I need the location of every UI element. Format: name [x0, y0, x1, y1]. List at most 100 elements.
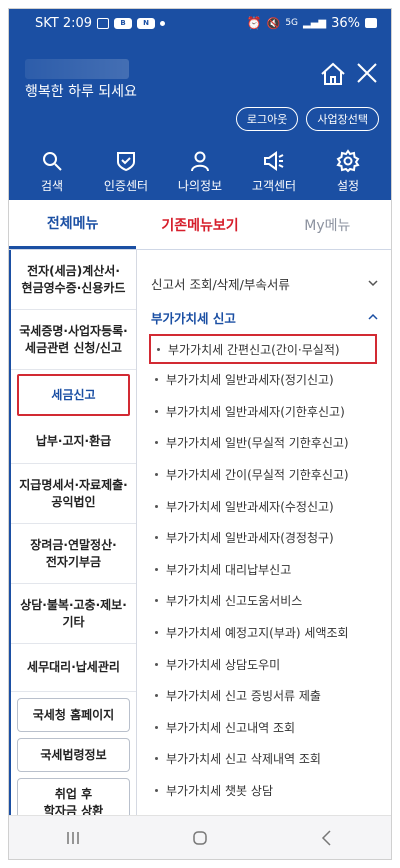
close-icon[interactable] [355, 61, 379, 85]
notification-b-icon: B [114, 17, 133, 29]
submenu-item[interactable]: 부가가치세 예정고지(부과) 세액조회 [151, 617, 391, 649]
status-right: ⏰ 🔇 5G ▂▄▆ 36% [247, 16, 377, 31]
submenu-label: 부가가치세 신고내역 조회 [166, 720, 296, 735]
status-left: SKT 2:09 B N [35, 15, 166, 31]
submenu-label: 부가가치세 간편신고(간이·무실적) [168, 342, 340, 357]
submenu-item[interactable]: 부가가치세 상담도우미 [151, 648, 391, 680]
chevron-down-icon [368, 280, 378, 287]
submenu-item[interactable]: 부가가치세 일반과세자(정기신고) [151, 364, 391, 396]
bullet-icon [155, 694, 158, 698]
category-agent[interactable]: 세무대리·납세관리 [11, 644, 136, 692]
notification-n-icon: N [137, 17, 156, 29]
battery-level: 36% [331, 15, 360, 31]
section-label: 신고서 조회/삭제/부속서류 [151, 276, 290, 292]
category-certificate[interactable]: 국세증명·사업자등록· 세금관련 신청/신고 [11, 310, 136, 370]
submenu-label: 부가가치세 일반(무실적 기한후신고) [166, 436, 349, 451]
submenu-item[interactable]: 부가가치세 일반과세자(기한후신고) [151, 396, 391, 428]
alarm-icon: ⏰ [246, 16, 262, 30]
gear-icon [336, 149, 360, 173]
signal-icon: ▂▄▆ [303, 17, 327, 29]
home-button-icon[interactable] [190, 828, 210, 848]
category-e-invoice[interactable]: 전자(세금)계산서· 현금영수증·신용카드 [11, 250, 136, 310]
bullet-icon [155, 409, 158, 413]
submenu-label: 부가가치세 상담도우미 [166, 657, 281, 672]
bullet-icon [155, 567, 158, 571]
submenu-item[interactable]: 부가가치세 간편신고(간이·무실적) [149, 334, 377, 364]
tab-classic-menu[interactable]: 기존메뉴보기 [136, 200, 263, 249]
quick-auth-center[interactable]: 인증센터 [94, 149, 158, 194]
bullet-icon [155, 441, 158, 445]
system-nav-bar [9, 815, 391, 859]
logout-button[interactable]: 로그아웃 [235, 107, 299, 131]
menu-tabs: 전체메뉴 기존메뉴보기 My메뉴 [9, 200, 391, 250]
submenu-label: 부가가치세 일반과세자(수정신고) [166, 499, 334, 514]
submenu-item[interactable]: 부가가치세 대리납부신고 [151, 554, 391, 586]
section-return-inquiry[interactable]: 신고서 조회/삭제/부속서류 [151, 266, 391, 300]
submenu-label: 부가가치세 신고도움서비스 [166, 594, 303, 609]
section-label: 부가가치세 신고 [151, 310, 236, 326]
submenu-label: 부가가치세 예정고지(부과) 세액조회 [166, 626, 349, 641]
tab-all-menu[interactable]: 전체메뉴 [9, 200, 137, 249]
bullet-icon [155, 504, 158, 508]
submenu-item[interactable]: 부가가치세 간이(무실적 기한후신고) [151, 459, 391, 491]
submenu-label: 부가가치세 신고 삭제내역 조회 [166, 752, 321, 767]
bullet-icon [155, 378, 158, 382]
tax-law-info-button[interactable]: 국세법령정보 [17, 738, 130, 772]
submenu-item[interactable]: 부가가치세 신고 삭제내역 조회 [151, 743, 391, 775]
quick-search[interactable]: 검색 [20, 149, 84, 194]
bullet-icon [157, 347, 160, 351]
battery-icon [365, 18, 377, 28]
nts-homepage-button[interactable]: 국세청 홈페이지 [17, 698, 130, 732]
quick-label: 검색 [40, 179, 64, 193]
carrier-time: SKT 2:09 [35, 15, 93, 31]
section-vat-filing[interactable]: 부가가치세 신고 [151, 300, 391, 334]
quick-label: 인증센터 [103, 179, 149, 193]
category-label: 지급명세서·자료제출· 공익법인 [19, 477, 128, 509]
user-icon [191, 151, 209, 172]
submenu-item[interactable]: 부가가치세 일반(무실적 기한후신고) [151, 427, 391, 459]
submenu-item[interactable]: 부가가치세 신고 증빙서류 제출 [151, 680, 391, 712]
search-icon [43, 152, 62, 171]
category-label: 국세증명·사업자등록· 세금관련 신청/신고 [19, 323, 128, 355]
bullet-icon [155, 536, 158, 540]
quick-label: 설정 [336, 179, 360, 193]
category-payment[interactable]: 납부·고지·환급 [11, 420, 136, 464]
business-select-button[interactable]: 사업장선택 [306, 107, 379, 131]
user-name-redacted [25, 59, 129, 79]
quick-menu: 검색 인증센터 나의정보 고객센터 설정 [9, 149, 391, 194]
category-label: 세금신고 [51, 387, 96, 402]
submenu-item[interactable]: 부가가치세 신고도움서비스 [151, 585, 391, 617]
quick-settings[interactable]: 설정 [316, 149, 380, 194]
chevron-up-icon [368, 313, 378, 320]
submenu-item[interactable]: 부가가치세 일반과세자(경정청구) [151, 522, 391, 554]
quick-label: 고객센터 [251, 179, 297, 193]
submenu-label: 부가가치세 일반과세자(정기신고) [166, 373, 334, 388]
recent-apps-icon[interactable] [63, 828, 83, 848]
back-icon[interactable] [317, 828, 337, 848]
category-consulting[interactable]: 상담·불복·고충·제보· 기타 [11, 584, 136, 644]
home-icon[interactable] [319, 61, 347, 87]
category-statement[interactable]: 지급명세서·자료제출· 공익법인 [11, 464, 136, 524]
quick-my-info[interactable]: 나의정보 [168, 149, 232, 194]
quick-label: 나의정보 [177, 179, 223, 193]
category-label: 전자(세금)계산서· 현금영수증·신용카드 [21, 263, 126, 295]
submenu-item[interactable]: 부가가치세 신고내역 조회 [151, 712, 391, 744]
submenu-item[interactable]: 부가가치세 챗봇 상담 [151, 775, 391, 807]
bullet-icon [155, 599, 158, 603]
category-tax-filing[interactable]: 세금신고 [17, 374, 130, 416]
category-label: 납부·고지·환급 [35, 434, 112, 448]
bullet-icon [155, 789, 158, 793]
quick-customer-center[interactable]: 고객센터 [242, 149, 306, 194]
tab-my-menu[interactable]: My메뉴 [264, 200, 391, 249]
app-header: 행복한 하루 되세요 로그아웃 사업장선택 검색 인증센터 나의정보 고객센터 … [9, 37, 391, 200]
bullet-icon [155, 757, 158, 761]
gallery-icon [97, 17, 110, 29]
submenu-label: 부가가치세 대리납부신고 [166, 562, 292, 577]
status-bar: SKT 2:09 B N ⏰ 🔇 5G ▂▄▆ 36% [9, 9, 391, 37]
submenu-item[interactable]: 부가가치세 일반과세자(수정신고) [151, 490, 391, 522]
category-list: 전자(세금)계산서· 현금영수증·신용카드 국세증명·사업자등록· 세금관련 신… [9, 250, 137, 850]
bullet-icon [155, 473, 158, 477]
category-incentive[interactable]: 장려금·연말정산· 전자기부금 [11, 524, 136, 584]
submenu-label: 부가가치세 챗봇 상담 [166, 784, 273, 799]
submenu-label: 부가가치세 신고 증빙서류 제출 [166, 689, 321, 704]
